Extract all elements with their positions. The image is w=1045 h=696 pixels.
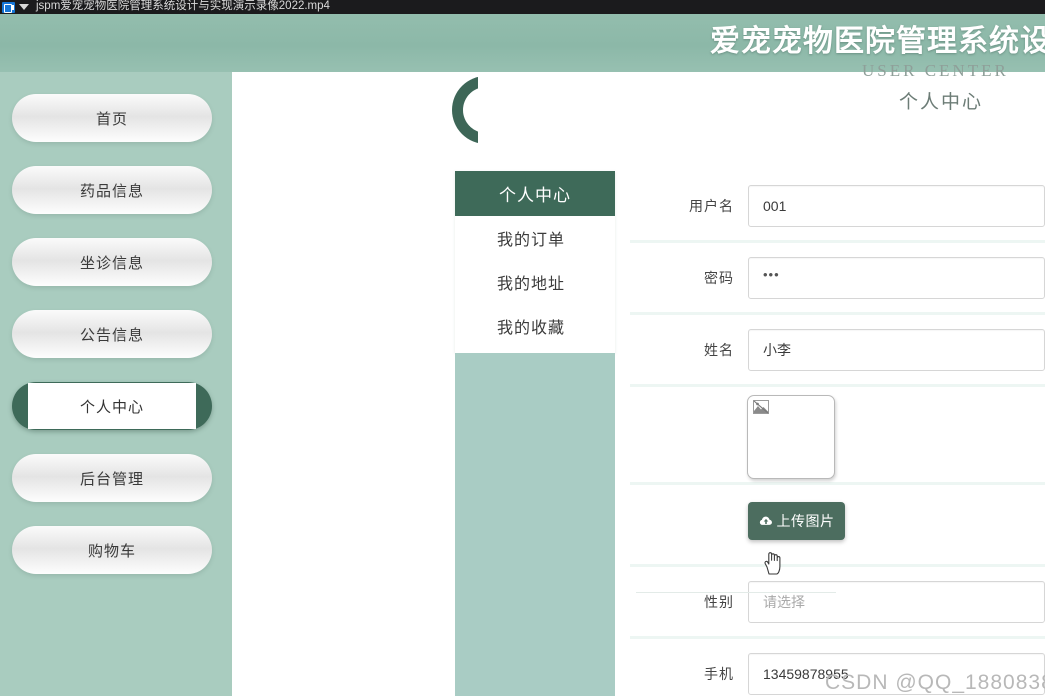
sidebar-item-label: 公告信息: [80, 324, 144, 345]
password-masked-value: •••: [763, 267, 780, 282]
submenu-filler-panel: [455, 353, 615, 696]
video-filename: jspm爱宠宠物医院管理系统设计与实现演示录像2022.mp4: [36, 0, 330, 12]
csdn-watermark: CSDN @QQ_188083800: [825, 671, 1045, 695]
sidebar-item-label: 后台管理: [80, 468, 144, 489]
submenu-item-label: 我的收藏: [497, 314, 565, 338]
submenu-item-label: 我的订单: [497, 226, 565, 250]
broken-image-icon: [753, 400, 769, 414]
submenu-item-my-address[interactable]: 我的地址: [455, 260, 615, 304]
sidebar-item-label: 个人中心: [80, 396, 144, 417]
gender-select[interactable]: 请选择: [748, 581, 1045, 623]
form-row-avatar-preview: [630, 387, 1045, 485]
username-label: 用户名: [630, 196, 748, 216]
form-row-fullname: 姓名 小李: [630, 315, 1045, 387]
phone-label: 手机: [630, 664, 748, 684]
sidebar-item-cart[interactable]: 购物车: [12, 526, 212, 574]
form-row-username: 用户名 001: [630, 171, 1045, 243]
form-row-upload: 上传图片: [630, 485, 1045, 567]
password-label: 密码: [630, 268, 748, 288]
cloud-upload-icon: [759, 514, 773, 528]
submenu-item-label: 我的地址: [497, 270, 565, 294]
profile-form: 用户名 001 密码 ••• 姓名 小李: [630, 171, 1045, 696]
password-input[interactable]: •••: [748, 257, 1045, 299]
sidebar-item-label: 药品信息: [80, 180, 144, 201]
sidebar-item-label: 购物车: [88, 540, 136, 561]
sidebar-item-home[interactable]: 首页: [12, 94, 212, 142]
submenu-item-my-favorites[interactable]: 我的收藏: [455, 304, 615, 348]
avatar-preview-box[interactable]: [747, 395, 835, 479]
video-file-icon: [2, 2, 15, 13]
hero-subtitle-en: USER CENTER: [862, 61, 1009, 81]
submenu-header: 个人中心: [455, 171, 615, 216]
fullname-input[interactable]: 小李: [748, 329, 1045, 371]
submenu-item-my-orders[interactable]: 我的订单: [455, 216, 615, 260]
sidebar-item-label: 坐诊信息: [80, 252, 144, 273]
screenshot-root: jspm爱宠宠物医院管理系统设计与实现演示录像2022.mp4 爱宠宠物医院管理…: [0, 0, 1045, 696]
video-titlebar: jspm爱宠宠物医院管理系统设计与实现演示录像2022.mp4: [0, 0, 1045, 14]
sidebar-item-admin[interactable]: 后台管理: [12, 454, 212, 502]
sidebar-item-label: 首页: [96, 108, 128, 129]
sidebar-item-drug-info[interactable]: 药品信息: [12, 166, 212, 214]
fullname-label: 姓名: [630, 340, 748, 360]
sidebar-active-inner: 个人中心: [28, 383, 196, 429]
form-row-gender: 性别 请选择: [630, 567, 1045, 639]
chevron-down-icon[interactable]: [19, 4, 29, 10]
upload-image-button[interactable]: 上传图片: [748, 502, 845, 540]
submenu-header-label: 个人中心: [499, 181, 571, 206]
gender-label: 性别: [630, 592, 748, 612]
username-input[interactable]: 001: [748, 185, 1045, 227]
user-center-submenu: 个人中心 我的订单 我的地址 我的收藏: [455, 171, 615, 353]
sidebar-item-clinic-info[interactable]: 坐诊信息: [12, 238, 212, 286]
sidebar: 首页 药品信息 坐诊信息 公告信息 个人中心 后台管理 购物车: [0, 72, 232, 696]
site-title: 爱宠宠物医院管理系统设计: [710, 24, 1045, 60]
content-gutter: [232, 72, 440, 696]
hero-subtitle-cn: 个人中心: [899, 87, 983, 114]
sidebar-item-announcement[interactable]: 公告信息: [12, 310, 212, 358]
form-row-password: 密码 •••: [630, 243, 1045, 315]
sidebar-item-user-center[interactable]: 个人中心: [12, 382, 212, 430]
form-section-divider: [636, 592, 836, 593]
upload-image-label: 上传图片: [777, 511, 835, 531]
web-app-page: 爱宠宠物医院管理系统设计 首页 药品信息 坐诊信息 公告信息 个人中心: [0, 14, 1045, 696]
